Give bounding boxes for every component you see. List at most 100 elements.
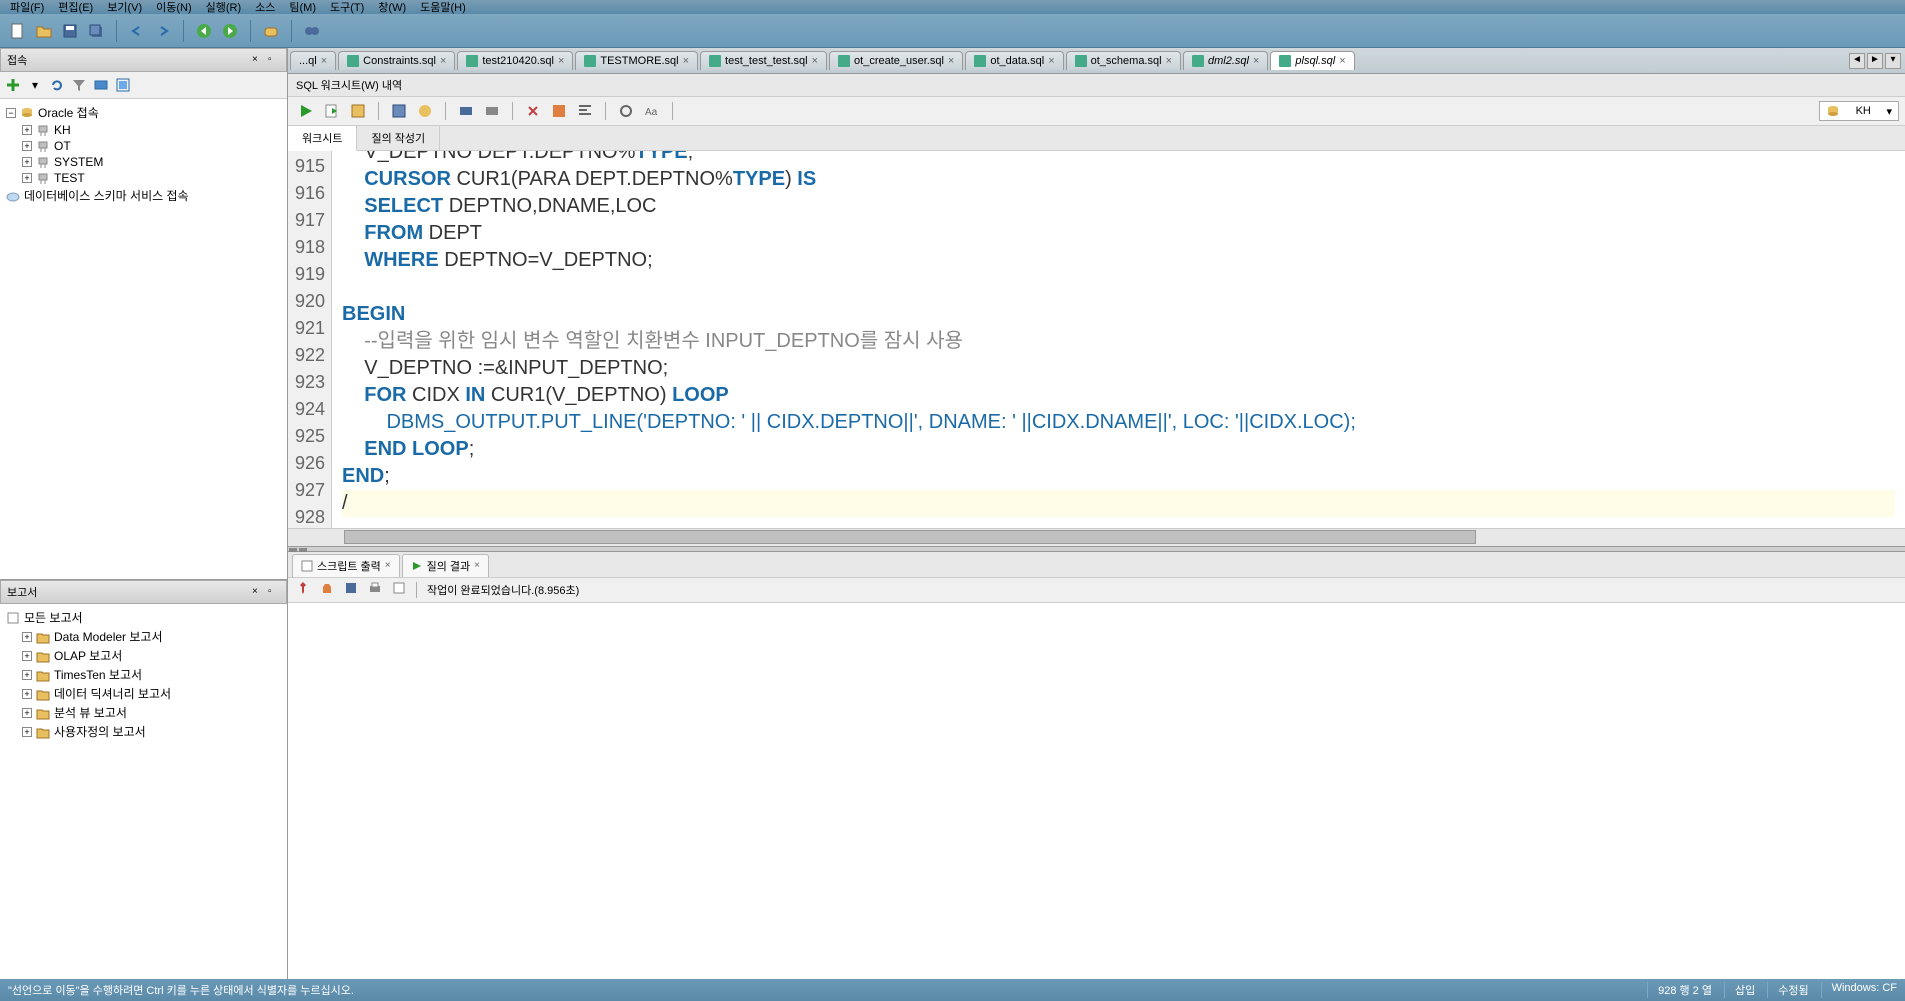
clear-output-icon[interactable] (320, 581, 338, 599)
tree-node[interactable]: +OT (4, 138, 283, 154)
unshared-icon[interactable] (482, 101, 502, 121)
minimize-icon[interactable]: × (252, 586, 264, 598)
expander-icon[interactable]: + (22, 708, 32, 718)
save-output-icon[interactable] (344, 581, 362, 599)
connections-tree[interactable]: −Oracle 접속+KH+OT+SYSTEM+TEST데이터베이스 스키마 서… (0, 99, 287, 579)
minimize-icon[interactable]: × (252, 54, 264, 66)
tree-node[interactable]: +Data Modeler 보고서 (4, 627, 283, 646)
commit-icon[interactable] (415, 101, 435, 121)
tree-node[interactable]: +OLAP 보고서 (4, 646, 283, 665)
tree-node[interactable]: +SYSTEM (4, 154, 283, 170)
tuning-icon[interactable] (616, 101, 636, 121)
redo-icon[interactable] (153, 21, 173, 41)
run-icon[interactable] (296, 101, 316, 121)
editor-tab[interactable]: test210420.sql× (457, 51, 573, 70)
close-icon[interactable]: × (440, 55, 446, 67)
back-nav-icon[interactable] (194, 21, 214, 41)
save-all-icon[interactable] (86, 21, 106, 41)
menu-item[interactable]: 이동(N) (156, 0, 192, 15)
close-icon[interactable]: × (1048, 55, 1054, 67)
run-script-icon[interactable] (322, 101, 342, 121)
open-icon[interactable] (34, 21, 54, 41)
tns-icon[interactable] (92, 76, 110, 94)
tree-node-schema-service[interactable]: 데이터베이스 스키마 서비스 접속 (4, 186, 283, 205)
tab-worksheet[interactable]: 워크시트 (288, 126, 357, 151)
close-icon[interactable]: × (683, 55, 689, 67)
menu-item[interactable]: 도구(T) (330, 0, 364, 15)
print-icon[interactable] (368, 581, 386, 599)
menu-item[interactable]: 보기(V) (107, 0, 142, 15)
tree-node[interactable]: +사용자정의 보고서 (4, 722, 283, 741)
expander-icon[interactable]: + (22, 689, 32, 699)
close-icon[interactable]: × (948, 55, 954, 67)
close-icon[interactable]: × (812, 55, 818, 67)
undo-icon[interactable] (127, 21, 147, 41)
editor-tabs[interactable]: ...ql×Constraints.sql×test210420.sql×TES… (288, 48, 1905, 74)
restore-icon[interactable]: ▫ (268, 586, 280, 598)
tree-node[interactable]: +데이터 딕셔너리 보고서 (4, 684, 283, 703)
tree-node-oracle[interactable]: −Oracle 접속 (4, 103, 283, 122)
menu-item[interactable]: 팀(M) (289, 0, 316, 15)
horizontal-scrollbar[interactable] (288, 528, 1905, 546)
tab-query-result[interactable]: 질의 결과 × (402, 554, 489, 577)
editor-tab[interactable]: plsql.sql× (1270, 51, 1354, 70)
expander-icon[interactable]: − (6, 108, 16, 118)
format-icon[interactable] (575, 101, 595, 121)
tree-node[interactable]: 모든 보고서 (4, 608, 283, 627)
menu-item[interactable]: 실행(R) (206, 0, 242, 15)
buffer-icon[interactable] (392, 581, 410, 599)
menubar[interactable]: 파일(F)편집(E)보기(V)이동(N)실행(R)소스팀(M)도구(T)창(W)… (0, 0, 1905, 14)
close-icon[interactable]: × (385, 560, 391, 571)
expander-icon[interactable]: + (22, 651, 32, 661)
add-connection-icon[interactable] (4, 76, 22, 94)
tab-scroll-left-icon[interactable]: ◄ (1849, 53, 1865, 69)
editor-tab[interactable]: ot_schema.sql× (1066, 51, 1181, 70)
tab-list-icon[interactable]: ▾ (1885, 53, 1901, 69)
close-icon[interactable]: × (1166, 55, 1172, 67)
editor-tab[interactable]: ...ql× (290, 51, 336, 70)
code-editor[interactable]: 9159169179189199209219229239249259269279… (288, 151, 1905, 528)
output-tabs[interactable]: 스크립트 출력 × 질의 결과 × (288, 552, 1905, 578)
menu-item[interactable]: 파일(F) (10, 0, 44, 15)
autotrace-icon[interactable] (389, 101, 409, 121)
sql-icon[interactable] (261, 21, 281, 41)
save-icon[interactable] (60, 21, 80, 41)
menu-item[interactable]: 도움말(H) (420, 0, 466, 15)
filter-icon[interactable] (70, 76, 88, 94)
explain-plan-icon[interactable] (348, 101, 368, 121)
sql-history-icon[interactable] (549, 101, 569, 121)
connection-selector[interactable]: KH ▾ (1819, 101, 1899, 121)
tab-query-builder[interactable]: 질의 작성기 (357, 126, 440, 150)
editor-tab[interactable]: test_test_test.sql× (700, 51, 827, 70)
case-icon[interactable]: Aa (642, 101, 662, 121)
tree-node[interactable]: +TimesTen 보고서 (4, 665, 283, 684)
pin-icon[interactable] (296, 581, 314, 599)
editor-tab[interactable]: TESTMORE.sql× (575, 51, 698, 70)
menu-item[interactable]: 소스 (255, 0, 275, 15)
expander-icon[interactable]: + (22, 670, 32, 680)
code-body[interactable]: V_DEPTNO DEPT.DEPTNO%TYPE; CURSOR CUR1(P… (332, 151, 1905, 528)
restore-icon[interactable]: ▫ (268, 54, 280, 66)
editor-tab[interactable]: ot_data.sql× (965, 51, 1063, 70)
close-icon[interactable]: × (558, 55, 564, 67)
tab-script-output[interactable]: 스크립트 출력 × (292, 554, 400, 577)
reports-tree[interactable]: 모든 보고서+Data Modeler 보고서+OLAP 보고서+TimesTe… (0, 604, 287, 979)
close-icon[interactable]: × (321, 55, 327, 67)
tree-node[interactable]: +KH (4, 122, 283, 138)
expander-icon[interactable]: + (22, 157, 32, 167)
editor-tab[interactable]: Constraints.sql× (338, 51, 455, 70)
worksheet-tabs[interactable]: 워크시트 질의 작성기 (288, 126, 1905, 151)
forward-nav-icon[interactable] (220, 21, 240, 41)
tree-node[interactable]: +분석 뷰 보고서 (4, 703, 283, 722)
refresh-icon[interactable] (48, 76, 66, 94)
clear-icon[interactable] (523, 101, 543, 121)
editor-tab[interactable]: dml2.sql× (1183, 51, 1268, 70)
dropdown-icon[interactable]: ▾ (26, 76, 44, 94)
tab-scroll-right-icon[interactable]: ► (1867, 53, 1883, 69)
binoculars-icon[interactable] (302, 21, 322, 41)
expander-icon[interactable]: + (22, 173, 32, 183)
expand-icon[interactable] (114, 76, 132, 94)
close-icon[interactable]: × (1253, 55, 1259, 67)
tree-node[interactable]: +TEST (4, 170, 283, 186)
new-icon[interactable] (8, 21, 28, 41)
